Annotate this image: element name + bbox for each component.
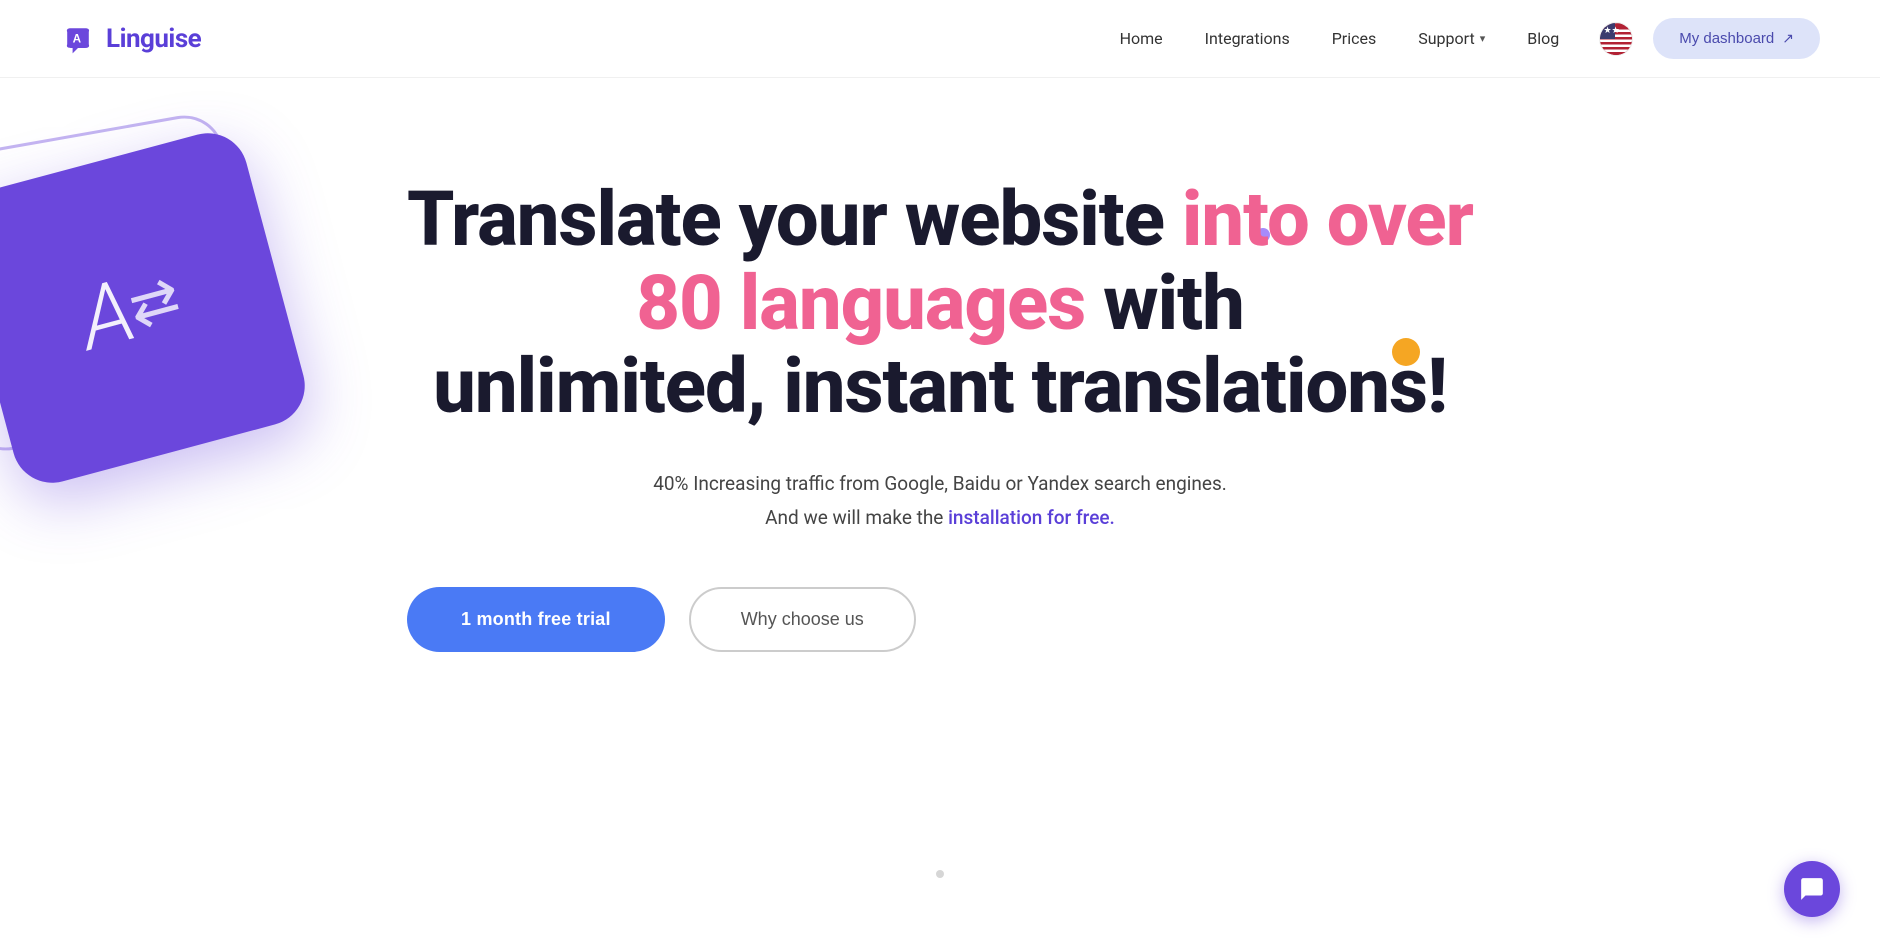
nav-blog[interactable]: Blog: [1527, 29, 1559, 48]
logo-link[interactable]: A Linguise: [60, 21, 201, 57]
scroll-indicator: [936, 870, 944, 878]
nav-integrations[interactable]: Integrations: [1205, 29, 1290, 48]
nav-home[interactable]: Home: [1120, 29, 1163, 48]
scroll-dot-1: [936, 870, 944, 878]
nav-prices[interactable]: Prices: [1332, 29, 1377, 48]
installation-link[interactable]: installation for free.: [948, 506, 1115, 529]
svg-text:★★★: ★★★: [1600, 25, 1620, 35]
hero-title-line2: 80 languages with: [636, 258, 1244, 348]
svg-text:A: A: [73, 32, 82, 45]
chevron-down-icon: ▾: [1480, 32, 1486, 45]
why-choose-us-button[interactable]: Why choose us: [689, 587, 916, 652]
chat-bubble[interactable]: [1784, 861, 1840, 917]
logo-icon: A: [60, 21, 96, 57]
hero-title-line3: unlimited, instant translations!: [433, 341, 1447, 431]
translate-card-icon: A ⇄: [0, 124, 314, 491]
hero-title-line1: Translate your website into over: [407, 174, 1473, 264]
external-link-icon: ↗: [1782, 30, 1794, 47]
nav-links: Home Integrations Prices Support ▾ Blog: [1120, 29, 1560, 48]
hero-subtitle: 40% Increasing traffic from Google, Baid…: [407, 467, 1473, 535]
navbar: A Linguise Home Integrations Prices Supp…: [0, 0, 1880, 78]
cta-buttons: 1 month free trial Why choose us: [407, 587, 1473, 652]
hero-title-block: Translate your website into over 80 lang…: [407, 178, 1473, 429]
hero-headline: Translate your website into over 80 lang…: [407, 178, 1473, 652]
chat-icon: [1799, 876, 1825, 902]
logo-text: Linguise: [106, 24, 201, 54]
hero-section: A ⇄ Translate your website into over 80 …: [0, 78, 1880, 908]
language-selector[interactable]: ★★★: [1599, 22, 1633, 56]
dashboard-button[interactable]: My dashboard ↗: [1653, 18, 1820, 59]
free-trial-button[interactable]: 1 month free trial: [407, 587, 665, 652]
nav-support[interactable]: Support ▾: [1418, 29, 1485, 48]
